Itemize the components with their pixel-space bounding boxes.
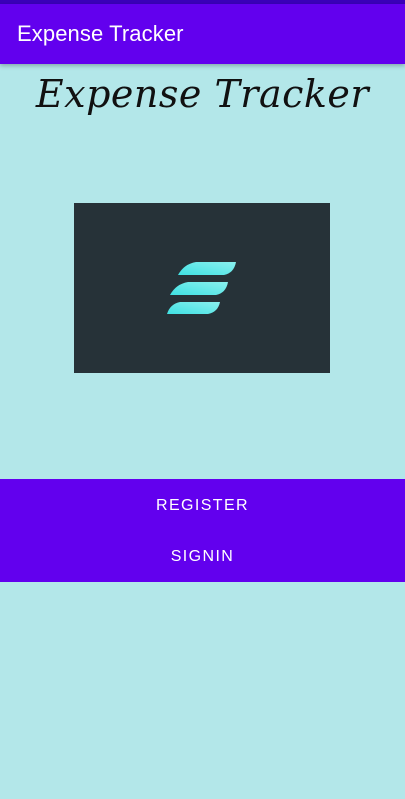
app-bar-title: Expense Tracker — [17, 21, 184, 46]
signin-button[interactable]: SIGNIN — [0, 531, 405, 582]
action-buttons: REGISTER SIGNIN — [0, 479, 405, 582]
stacked-e-logo-icon — [167, 262, 236, 314]
logo-image — [74, 203, 330, 373]
page-title: Expense Tracker — [35, 72, 370, 116]
register-button[interactable]: REGISTER — [0, 480, 405, 531]
app-bar: Expense Tracker — [0, 4, 405, 64]
